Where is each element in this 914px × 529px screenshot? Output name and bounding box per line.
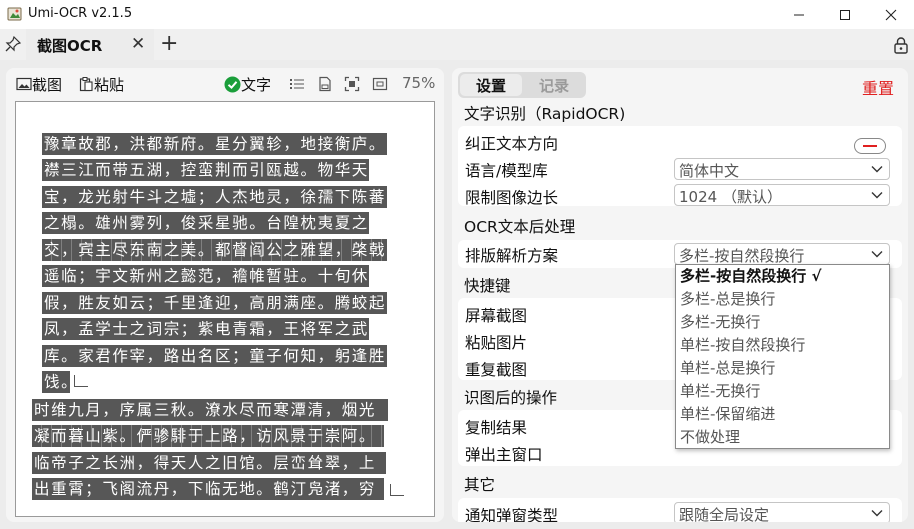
- ocr-line: 凝而暮山紫。俨骖騑于上路，访风景于崇阿。: [32, 425, 384, 447]
- show-text-toggle[interactable]: 文字: [224, 73, 271, 95]
- window-title: Umi-OCR v2.1.5: [28, 6, 133, 21]
- ocr-line: 饯。: [42, 371, 70, 393]
- layout-select[interactable]: 多栏-按自然段换行: [674, 243, 890, 265]
- screen-capture-label[interactable]: 屏幕截图: [465, 304, 527, 326]
- ocr-line: 交，宾主尽东南之美。都督阎公之雅望，棨戟: [42, 239, 387, 261]
- paste-button-label: 粘贴: [94, 75, 125, 94]
- screenshot-button[interactable]: 截图: [16, 73, 62, 95]
- close-icon: [885, 9, 897, 20]
- notify-type-value: 跟随全局设定: [679, 506, 770, 522]
- layout-option[interactable]: 多栏-按自然段换行 √: [680, 265, 821, 288]
- ocr-line: 之榻。雄州雾列，俊采星驰。台隍枕夷夏之: [42, 212, 369, 234]
- tab-label: 截图OCR: [37, 37, 103, 55]
- image-icon: [16, 77, 32, 91]
- chevron-down-icon: [871, 510, 883, 517]
- paragraph-mark-icon: [74, 375, 88, 387]
- ocr-line: 豫章故郡，洪都新府。星分翼轸，地接衡庐。: [42, 133, 387, 155]
- limit-side-select[interactable]: 1024 （默认）: [674, 184, 890, 206]
- ocr-line: 出重霄；飞阁流丹，下临无地。鹤汀凫渚，穷: [32, 478, 384, 500]
- tab-log[interactable]: 记录: [524, 74, 584, 96]
- pin-icon[interactable]: [5, 36, 21, 52]
- section-after-title: 识图后的操作: [464, 389, 558, 407]
- language-label: 语言/模型库: [465, 162, 548, 180]
- correct-direction-label: 纠正文本方向: [465, 135, 559, 153]
- layout-dropdown-menu: 多栏-按自然段换行 √ 多栏-总是换行 多栏-无换行 单栏-按自然段换行 单栏-总是换行…: [675, 264, 890, 449]
- minimize-icon: [794, 14, 804, 15]
- ocr-line: 宝，龙光射牛斗之墟；人杰地灵，徐孺下陈蕃: [42, 186, 387, 208]
- ocr-line: 遥临；宇文新州之懿范，襜帷暂驻。十旬休: [42, 265, 369, 287]
- clipboard-icon: [79, 77, 93, 92]
- ocr-line: 临帝子之长洲，得天人之旧馆。层峦耸翠，上: [32, 452, 386, 474]
- notify-type-label: 通知弹窗类型: [465, 507, 559, 522]
- document-icon[interactable]: [317, 76, 333, 92]
- ocr-line: 襟三江而带五湖，控蛮荆而引瓯越。物华天: [42, 159, 369, 181]
- limit-side-value: 1024 （默认）: [679, 188, 782, 206]
- tab-bar: 截图OCR ✕ +: [0, 29, 914, 60]
- tab-close-icon[interactable]: ✕: [131, 34, 145, 54]
- layout-label: 排版解析方案: [465, 247, 559, 265]
- layout-option[interactable]: 单栏-总是换行: [680, 357, 775, 380]
- list-icon[interactable]: [289, 76, 305, 92]
- app-icon: [7, 7, 22, 21]
- layout-value: 多栏-按自然段换行: [679, 247, 805, 265]
- zoom-level: 75%: [402, 74, 436, 92]
- layout-option[interactable]: 不做处理: [680, 426, 740, 449]
- notify-type-select[interactable]: 跟随全局设定: [674, 502, 890, 522]
- maximize-button[interactable]: [822, 0, 868, 29]
- fit-screen-icon[interactable]: [344, 76, 360, 92]
- image-panel: 截图 粘贴 文字 75% 豫章故郡，洪都新府。星分翼轸，地接衡庐。 襟三江而带五…: [6, 68, 444, 522]
- image-preview[interactable]: 豫章故郡，洪都新府。星分翼轸，地接衡庐。 襟三江而带五湖，控蛮荆而引瓯越。物华天宝…: [15, 101, 435, 517]
- ocr-line: 库。家君作宰，路出名区；童子何知，躬逢胜: [42, 345, 387, 367]
- limit-side-label: 限制图像边长: [465, 189, 559, 207]
- ocr-line: 时维九月，序属三秋。潦水尽而寒潭清，烟光: [32, 399, 388, 421]
- section-other-title: 其它: [464, 476, 496, 494]
- tab-settings[interactable]: 设置: [460, 74, 522, 96]
- add-tab-icon[interactable]: +: [160, 31, 178, 56]
- lock-icon[interactable]: [892, 36, 910, 54]
- tab-screenshot-ocr[interactable]: 截图OCR ✕: [26, 29, 154, 60]
- screenshot-button-label: 截图: [32, 75, 63, 94]
- chevron-down-icon: [871, 192, 883, 199]
- close-window-button[interactable]: [868, 0, 914, 29]
- ocr-line: 假，胜友如云；千里逢迎，高朋满座。腾蛟起: [42, 292, 387, 314]
- ocr-settings-group: 纠正文本方向 语言/模型库 简体中文 限制图像边长 1024 （默认）: [458, 126, 902, 207]
- other-group: 通知弹窗类型 跟随全局设定: [458, 498, 902, 522]
- actual-size-icon[interactable]: [372, 76, 388, 92]
- language-select[interactable]: 简体中文: [674, 158, 890, 180]
- ocr-image-page: 豫章故郡，洪都新府。星分翼轸，地接衡庐。 襟三江而带五湖，控蛮荆而引瓯越。物华天宝…: [32, 117, 420, 516]
- section-hotkey-title: 快捷键: [464, 277, 511, 295]
- correct-direction-toggle[interactable]: [854, 138, 886, 154]
- paragraph-mark-icon: [390, 484, 404, 496]
- copy-result-label: 复制结果: [465, 419, 528, 437]
- popup-main-label: 弹出主窗口: [465, 446, 543, 464]
- layout-option[interactable]: 单栏-无换行: [680, 380, 760, 403]
- reset-button[interactable]: 重置: [862, 75, 894, 99]
- section-post-title: OCR文本后处理: [464, 218, 576, 236]
- panel-switch: 设置 记录: [458, 72, 586, 98]
- toggle-off-indicator: [863, 145, 877, 147]
- chevron-down-icon: [871, 251, 883, 258]
- title-bar: Umi-OCR v2.1.5: [0, 0, 914, 29]
- paste-button[interactable]: 粘贴: [78, 73, 124, 95]
- layout-option[interactable]: 多栏-无换行: [680, 311, 760, 334]
- minimize-button[interactable]: [776, 0, 822, 29]
- paste-image-label[interactable]: 粘贴图片: [465, 331, 527, 353]
- chevron-down-icon: [871, 166, 883, 173]
- repeat-capture-label[interactable]: 重复截图: [465, 358, 527, 380]
- layout-option[interactable]: 多栏-总是换行: [680, 288, 775, 311]
- layout-option[interactable]: 单栏-按自然段换行: [680, 334, 805, 357]
- section-ocr-title: 文字识别（RapidOCR): [464, 105, 626, 123]
- maximize-icon: [840, 9, 850, 20]
- show-text-label: 文字: [241, 75, 272, 94]
- language-value: 简体中文: [679, 162, 740, 180]
- image-toolbar: 截图 粘贴 文字 75%: [6, 68, 444, 100]
- check-circle-icon: [224, 76, 241, 92]
- ocr-line: 凤，孟学士之词宗；紫电青霜，王将军之武: [42, 318, 369, 340]
- layout-option[interactable]: 单栏-保留缩进: [680, 403, 775, 426]
